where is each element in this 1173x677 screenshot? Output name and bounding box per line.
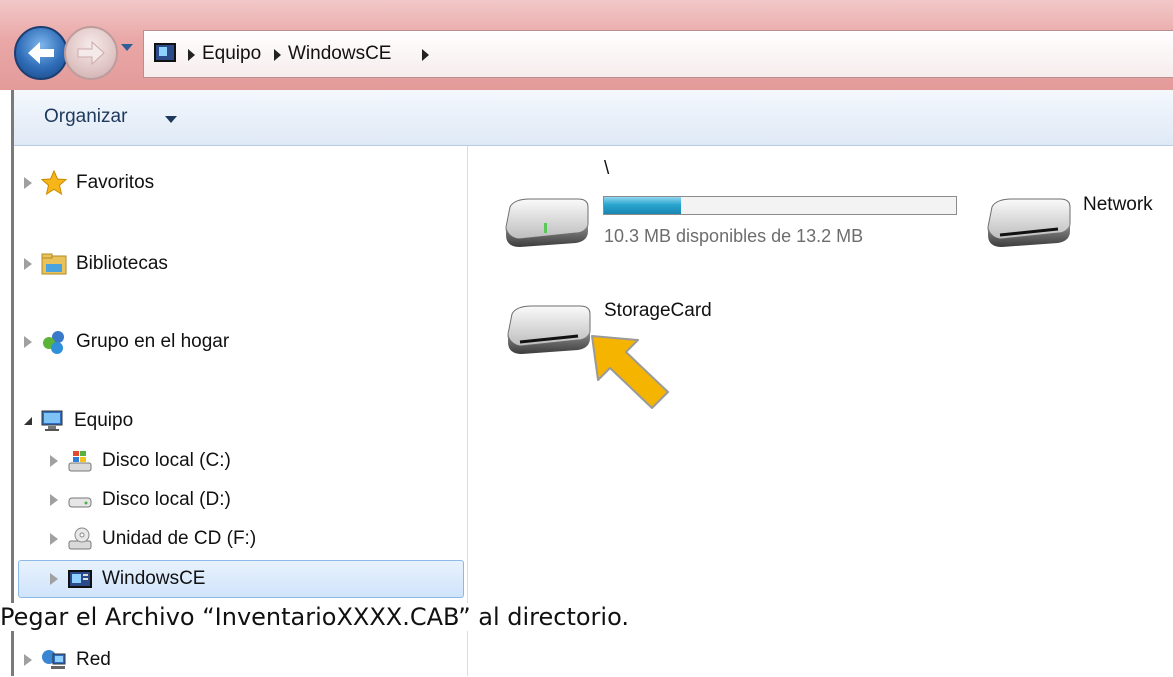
sidebar-item-label: Equipo — [74, 410, 134, 431]
sidebar-item-favorites[interactable]: Favoritos — [24, 166, 154, 200]
mobile-device-icon — [66, 566, 94, 592]
breadcrumb-windowsce[interactable]: WindowsCE — [288, 43, 391, 65]
capacity-text: 10.3 MB disponibles de 13.2 MB — [604, 226, 864, 246]
network-icon — [40, 647, 68, 673]
navigation-pane: Favoritos Bibliotecas Grupo en el hogar … — [14, 146, 468, 676]
sidebar-item-label: Favoritos — [76, 172, 155, 193]
sidebar-item-windowsce[interactable]: WindowsCE — [50, 562, 205, 596]
storage-card-label[interactable]: StorageCard — [604, 300, 712, 322]
computer-location-icon — [154, 43, 176, 62]
pointer-arrow-icon — [586, 330, 676, 416]
capacity-bar — [603, 196, 957, 215]
command-bar: Organizar — [14, 90, 1173, 146]
expand-icon[interactable] — [24, 177, 32, 189]
network-drive-label[interactable]: Network — [1083, 194, 1153, 216]
sidebar-item-computer[interactable]: Equipo — [24, 404, 133, 438]
forward-button[interactable] — [64, 26, 118, 80]
expand-icon[interactable] — [24, 258, 32, 270]
system-drive-icon — [66, 448, 94, 474]
capacity-fill — [604, 197, 682, 214]
expand-icon[interactable] — [24, 336, 32, 348]
recent-pages-dropdown-icon[interactable] — [121, 44, 133, 51]
breadcrumb-separator-icon[interactable] — [422, 49, 429, 61]
sidebar-item-homegroup[interactable]: Grupo en el hogar — [24, 325, 229, 359]
sidebar-item-label: Red — [76, 649, 111, 670]
breadcrumb-equipo[interactable]: Equipo — [202, 43, 261, 65]
homegroup-icon — [40, 329, 68, 355]
sidebar-item-label: Disco local (D:) — [102, 489, 231, 510]
address-bar[interactable]: Equipo WindowsCE — [143, 30, 1173, 78]
sidebar-item-label: Grupo en el hogar — [76, 331, 230, 352]
collapse-icon[interactable] — [24, 417, 32, 425]
sidebar-item-drive-c[interactable]: Disco local (C:) — [50, 444, 231, 478]
instruction-caption: Pegar el Archivo “InventarioXXXX.CAB” al… — [0, 603, 633, 631]
sidebar-item-drive-f[interactable]: Unidad de CD (F:) — [50, 522, 256, 556]
breadcrumb-separator-icon[interactable] — [188, 49, 195, 61]
sidebar-item-drive-d[interactable]: Disco local (D:) — [50, 483, 231, 517]
expand-icon[interactable] — [50, 455, 58, 467]
organize-button[interactable]: Organizar — [44, 106, 127, 128]
expand-icon[interactable] — [50, 494, 58, 506]
sidebar-item-libraries[interactable]: Bibliotecas — [24, 247, 168, 281]
title-bar: Equipo WindowsCE — [0, 0, 1173, 90]
breadcrumb-separator-icon[interactable] — [274, 49, 281, 61]
root-drive-icon[interactable] — [500, 193, 596, 253]
hard-drive-icon — [66, 487, 94, 513]
storage-card-icon[interactable] — [502, 300, 598, 360]
back-button[interactable] — [14, 26, 68, 80]
star-icon — [40, 170, 68, 196]
expand-icon[interactable] — [50, 573, 58, 585]
library-folder-icon — [40, 251, 68, 277]
sidebar-item-label: Unidad de CD (F:) — [102, 528, 257, 549]
sidebar-item-label: Disco local (C:) — [102, 450, 231, 471]
chevron-down-icon[interactable] — [165, 116, 177, 123]
expand-icon[interactable] — [24, 654, 32, 666]
root-drive-label[interactable]: \ — [604, 158, 609, 180]
forward-arrow-icon — [77, 40, 105, 66]
back-arrow-icon — [28, 42, 54, 64]
expand-icon[interactable] — [50, 533, 58, 545]
cd-drive-icon — [66, 526, 94, 552]
network-drive-icon[interactable] — [982, 193, 1078, 253]
sidebar-item-label: WindowsCE — [102, 568, 206, 589]
sidebar-item-label: Bibliotecas — [76, 253, 168, 274]
computer-icon — [38, 408, 66, 434]
sidebar-item-network[interactable]: Red — [24, 643, 111, 677]
